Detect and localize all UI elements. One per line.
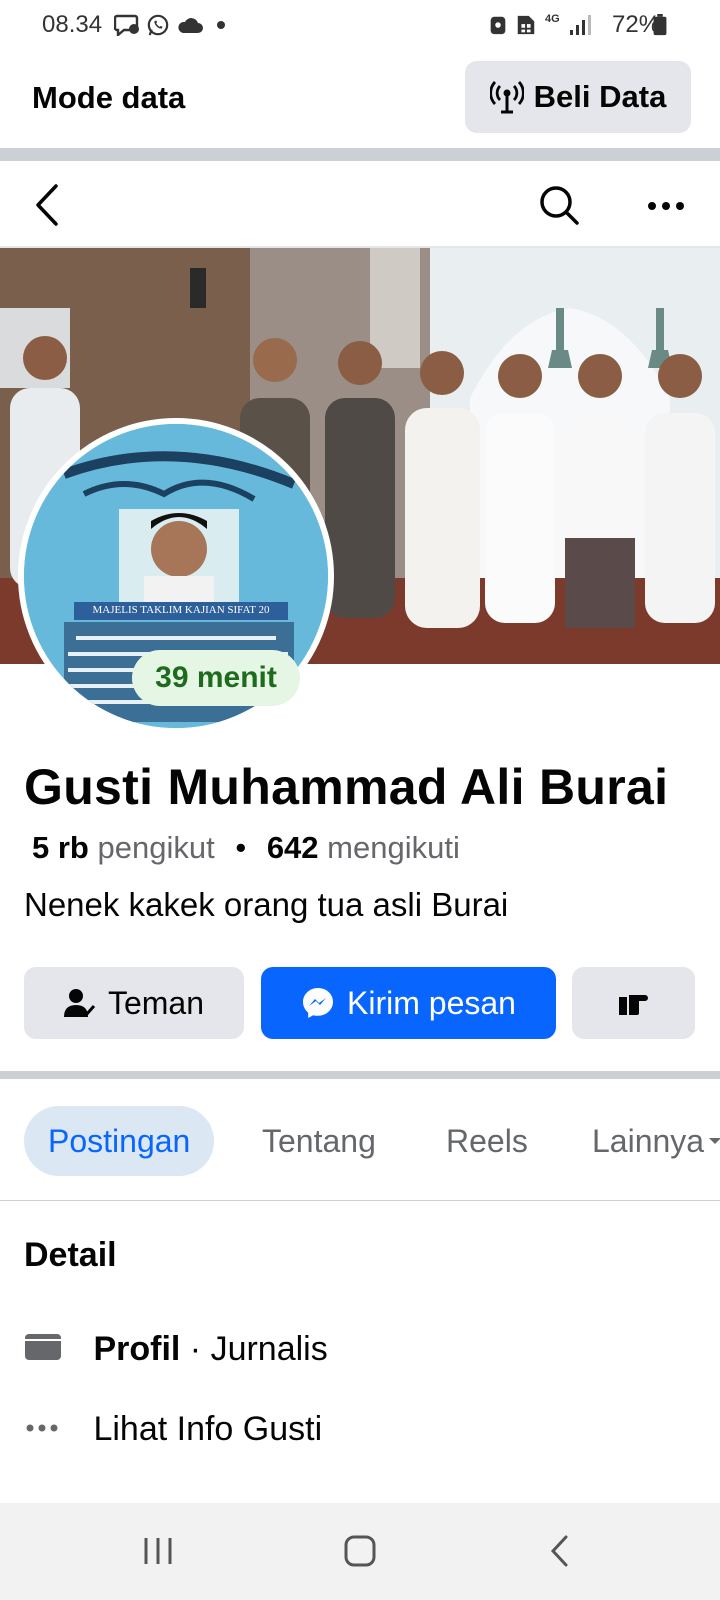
search-icon[interactable]	[538, 184, 580, 226]
followers-count: 5 rb	[32, 830, 89, 865]
following-label: mengikuti	[327, 830, 460, 865]
detail-heading: Detail	[24, 1236, 117, 1274]
poke-hand-icon	[618, 995, 648, 1015]
profile-label: Profil	[93, 1330, 181, 1368]
friend-button-label: Teman	[107, 984, 205, 1021]
send-message-button[interactable]: Kirim pesan	[261, 967, 556, 1039]
story-time-badge: 39 menit	[132, 650, 300, 706]
send-message-label: Kirim pesan	[347, 984, 516, 1021]
tab-posts[interactable]: Postingan	[24, 1106, 215, 1176]
antenna-icon	[489, 81, 524, 114]
status-time: 08.34	[42, 11, 103, 38]
tab-more[interactable]: Lainnya	[592, 1106, 720, 1176]
profile-category-row: Profil · Jurnalis	[24, 1330, 328, 1369]
see-info-label: Lihat Info Gusti	[93, 1410, 323, 1448]
messenger-icon	[303, 988, 334, 1018]
whatsapp-icon	[147, 14, 169, 36]
data-mode-label: Mode data	[32, 80, 186, 115]
friend-button[interactable]: Teman	[24, 967, 244, 1039]
signal-icon	[570, 15, 591, 35]
battery-icon	[653, 14, 667, 36]
system-back-icon[interactable]	[548, 1534, 572, 1568]
home-icon[interactable]	[343, 1534, 377, 1568]
see-info-row[interactable]: Lihat Info Gusti	[24, 1410, 322, 1449]
chat-bubble-icon	[114, 14, 139, 36]
chevron-down-icon	[709, 1138, 720, 1144]
friend-check-icon	[63, 989, 96, 1018]
buy-data-label: Beli Data	[533, 79, 667, 114]
following-count: 642	[266, 830, 319, 865]
tab-more-label: Lainnya	[592, 1122, 705, 1159]
cloud-icon	[178, 18, 203, 33]
profile-card-icon	[25, 1334, 61, 1360]
back-chevron-icon[interactable]	[30, 182, 66, 228]
followers-label: pengikut	[97, 830, 215, 865]
tab-reels[interactable]: Reels	[446, 1106, 528, 1176]
tab-about[interactable]: Tentang	[262, 1106, 376, 1176]
recent-apps-icon[interactable]	[140, 1534, 176, 1568]
lock-icon	[490, 16, 506, 35]
section-separator	[0, 148, 720, 161]
avatar-banner-text: MAJELIS TAKLIM KAJIAN SIFAT 20	[92, 604, 270, 616]
buy-data-button[interactable]: Beli Data	[465, 61, 691, 133]
more-dots-icon	[26, 1424, 58, 1432]
profile-occupation: Jurnalis	[210, 1330, 328, 1368]
profile-bio: Nenek kakek orang tua asli Burai	[24, 886, 509, 923]
follow-stats[interactable]: 5 rb pengikut • 642 mengikuti	[32, 830, 460, 866]
section-separator	[0, 1071, 720, 1079]
dot-icon	[217, 21, 225, 29]
network-type: 4G	[545, 13, 560, 25]
profile-separator: ·	[180, 1330, 211, 1368]
more-dots-icon[interactable]	[646, 196, 686, 216]
sim-icon	[517, 15, 535, 35]
stats-separator: •	[235, 830, 247, 865]
poke-button[interactable]	[572, 967, 695, 1039]
profile-name: Gusti Muhammad Ali Burai	[24, 759, 669, 815]
tabs-divider	[0, 1200, 720, 1201]
